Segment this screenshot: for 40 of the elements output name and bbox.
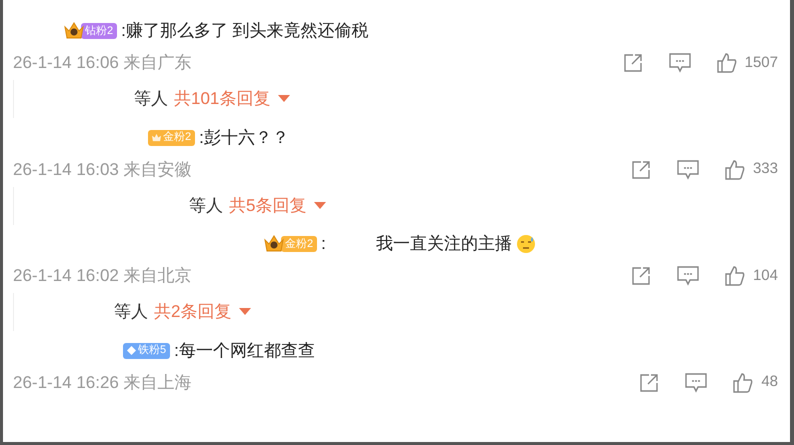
caret-icon	[314, 202, 326, 210]
replies-toggle[interactable]: 共101条回复	[174, 86, 290, 112]
like-count: 104	[752, 266, 778, 286]
comment-meta: 26-1-14 16:06 来自广东	[13, 52, 192, 74]
comment-text: :彭十六？？	[199, 126, 289, 149]
comment-meta: 26-1-14 16:02 来自北京	[13, 265, 192, 288]
comment-meta: 26-1-14 16:03 来自安徽	[13, 158, 192, 181]
comment-text: :	[321, 233, 326, 256]
caret-icon	[239, 308, 252, 316]
fan-badge: 铁粉5	[123, 342, 170, 358]
share-icon[interactable]	[639, 372, 660, 392]
reply-prefix: 等人	[189, 194, 223, 217]
comment-icon[interactable]	[668, 53, 691, 73]
like-count: 48	[761, 372, 778, 392]
share-icon[interactable]	[630, 160, 651, 180]
share-icon[interactable]	[622, 53, 643, 73]
caret-icon	[278, 95, 290, 103]
reply-prefix: 等人	[114, 301, 148, 324]
like-count: 1507	[744, 52, 778, 73]
comment-icon[interactable]	[685, 372, 708, 392]
comment-text: 我一直关注的主播	[376, 233, 512, 256]
thumbs-up-icon[interactable]	[733, 372, 754, 392]
like-count: 333	[752, 159, 778, 180]
thumbs-up-icon[interactable]	[724, 160, 745, 180]
replies-toggle[interactable]: 共5条回复	[229, 192, 326, 218]
crown-icon	[152, 133, 161, 142]
fan-badge: 钻粉2	[81, 23, 118, 39]
comment-text: :赚了那么多了 到头来竟然还偷税	[121, 20, 369, 42]
reply-prefix: 等人	[134, 88, 168, 110]
comment-icon[interactable]	[676, 160, 699, 180]
thumbs-up-icon[interactable]	[724, 266, 745, 286]
comment-text: :每一个网红都查查	[174, 340, 315, 362]
fan-badge: 金粉2	[148, 130, 196, 146]
replies-toggle[interactable]: 共2条回复	[154, 299, 252, 325]
share-icon[interactable]	[630, 266, 651, 286]
comment-icon[interactable]	[676, 266, 699, 286]
comment-meta: 26-1-14 16:26 来自上海	[13, 372, 192, 394]
diamond-icon	[127, 346, 136, 355]
thumbs-up-icon[interactable]	[716, 53, 737, 73]
fan-badge: 金粉2	[281, 236, 318, 252]
